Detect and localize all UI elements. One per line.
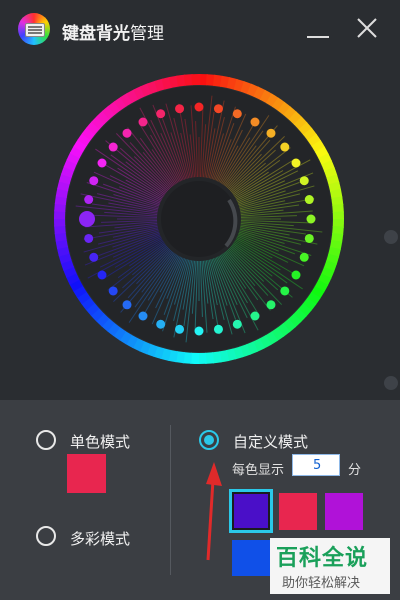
custom-mode-radio[interactable] [199, 430, 219, 450]
color-dot[interactable] [138, 117, 148, 127]
custom-mode-label: 自定义模式 [233, 433, 309, 451]
color-dot[interactable] [194, 102, 204, 112]
color-dot[interactable] [175, 104, 185, 114]
window-title: 键盘背光管理 [62, 19, 164, 44]
color-dot[interactable] [291, 158, 301, 168]
multi-color-radio[interactable] [36, 526, 56, 546]
title-bar: 键盘背光管理 [0, 0, 400, 58]
hue-ring-segment [54, 217, 66, 227]
close-button[interactable] [352, 14, 382, 44]
side-dot [384, 230, 398, 244]
window-title-bold: 键盘背光 [62, 24, 130, 44]
color-dot[interactable] [232, 319, 242, 329]
window-title-rest: 管理 [130, 24, 164, 44]
color-dot[interactable] [108, 286, 118, 296]
interval-prefix: 每色显示 [232, 463, 285, 478]
color-dot[interactable] [122, 300, 132, 310]
single-color-swatch[interactable] [67, 454, 106, 493]
side-dot [384, 376, 398, 390]
color-dot[interactable] [291, 270, 301, 280]
interval-input[interactable] [292, 454, 340, 476]
minimize-button[interactable] [305, 18, 331, 44]
color-dot[interactable] [97, 270, 107, 280]
color-dot[interactable] [250, 311, 260, 321]
keyboard-icon [18, 13, 50, 45]
hue-ring-segment [197, 352, 207, 364]
color-dot[interactable] [266, 300, 276, 310]
single-color-radio[interactable] [36, 430, 56, 450]
color-dot[interactable] [84, 195, 94, 205]
custom-color-swatch[interactable] [229, 489, 273, 533]
color-dot[interactable] [266, 128, 276, 138]
color-wheel[interactable] [54, 74, 344, 364]
color-wheel-area [0, 58, 400, 400]
color-dot[interactable] [97, 158, 107, 168]
color-dot[interactable] [175, 324, 185, 334]
color-dot[interactable] [306, 214, 316, 224]
panel-divider [170, 425, 171, 575]
color-dot[interactable] [89, 252, 99, 262]
watermark-title: 百科全说 [276, 546, 369, 571]
color-dot[interactable] [138, 311, 148, 321]
color-dot[interactable] [122, 128, 132, 138]
single-color-label: 单色模式 [70, 433, 131, 451]
color-dot[interactable] [250, 117, 260, 127]
color-dot[interactable] [84, 233, 94, 243]
color-dot[interactable] [156, 109, 166, 119]
color-dot[interactable] [299, 176, 309, 186]
custom-color-swatch[interactable] [232, 540, 270, 576]
color-dot[interactable] [304, 195, 314, 205]
color-dot[interactable] [156, 319, 166, 329]
color-dot[interactable] [213, 324, 223, 334]
color-dot[interactable] [299, 252, 309, 262]
color-dot[interactable] [304, 233, 314, 243]
color-dot[interactable] [280, 142, 290, 152]
multi-color-label: 多彩模式 [70, 530, 131, 548]
interval-unit: 分 [348, 463, 362, 478]
watermark: 百科全说 助你轻松解决 [270, 538, 390, 594]
color-dot[interactable] [280, 286, 290, 296]
annotation-arrow-icon [206, 462, 222, 561]
color-dot[interactable] [89, 176, 99, 186]
hue-ring-segment [191, 74, 201, 86]
hue-ring-segment [332, 211, 344, 221]
custom-color-swatch[interactable] [279, 493, 317, 530]
watermark-subtitle: 助你轻松解决 [282, 576, 361, 591]
custom-color-swatch[interactable] [325, 493, 363, 530]
color-dot[interactable] [79, 211, 95, 227]
color-dot[interactable] [108, 142, 118, 152]
color-dot[interactable] [194, 326, 204, 336]
close-icon [357, 18, 377, 38]
color-dot[interactable] [213, 104, 223, 114]
color-dot[interactable] [232, 109, 242, 119]
